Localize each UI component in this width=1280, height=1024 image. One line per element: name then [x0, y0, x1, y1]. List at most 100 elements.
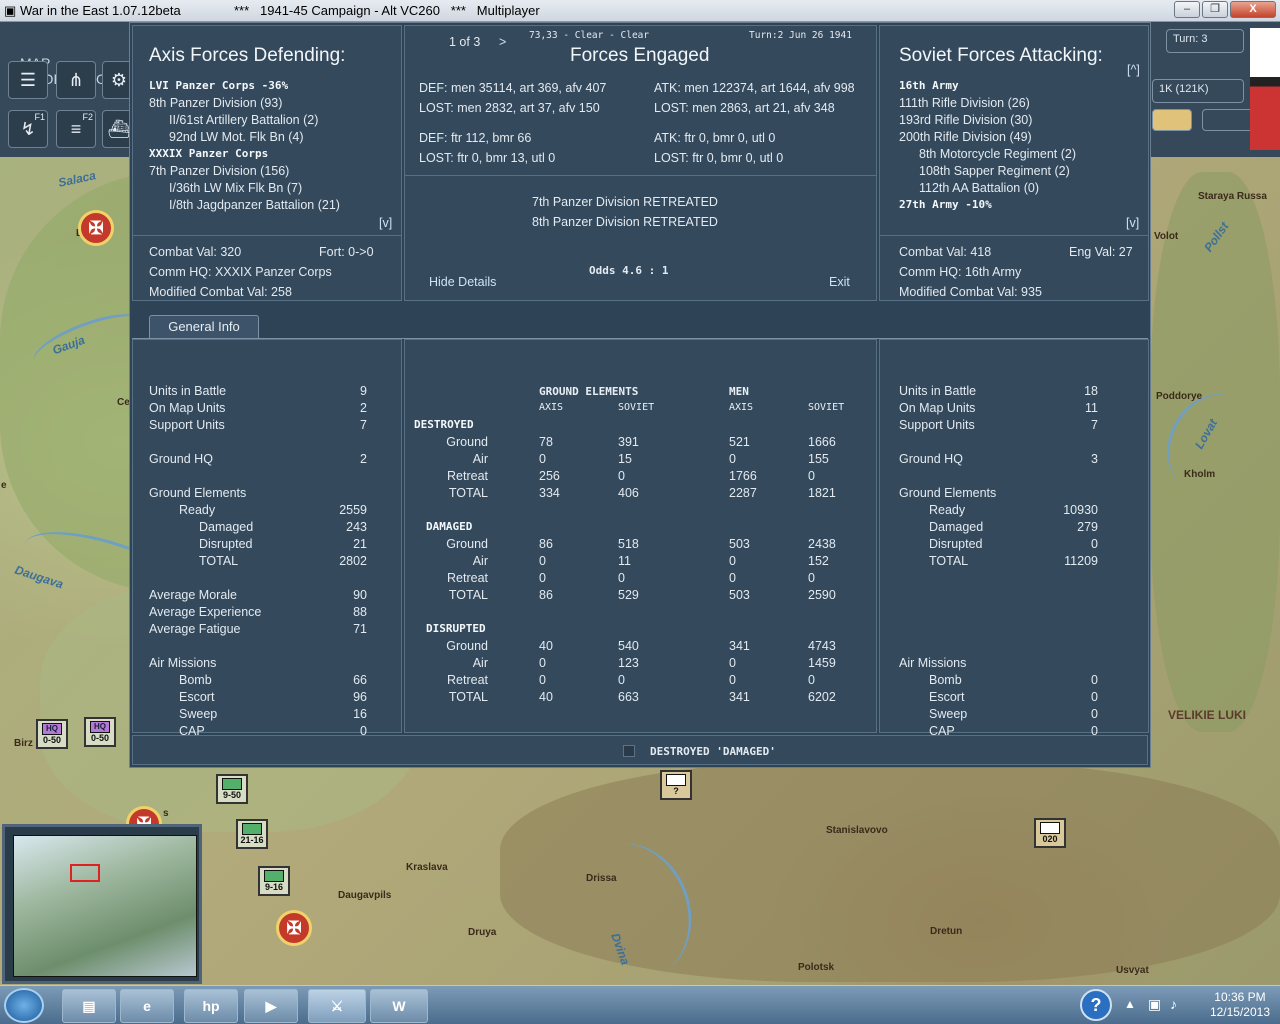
game-taskbar-icon[interactable]: ⚔ [308, 989, 366, 1023]
axis-unit-marker[interactable]: ✠ [276, 910, 312, 946]
checkbox-icon[interactable] [623, 745, 635, 757]
exit-button[interactable]: Exit [829, 275, 850, 289]
internet-explorer-icon[interactable]: e [120, 989, 174, 1023]
losses-cell: 0 [729, 571, 736, 585]
start-button[interactable] [4, 988, 44, 1023]
hide-details-button[interactable]: Hide Details [429, 275, 496, 289]
losses-cell: 86 [539, 537, 553, 551]
minimap-image[interactable] [13, 835, 197, 977]
hp-icon[interactable]: hp [184, 989, 238, 1023]
stat-label: Sweep [179, 707, 218, 721]
stat-label: Escort [929, 690, 965, 704]
axis-expand-toggle[interactable]: [v] [379, 216, 392, 230]
clock-date: 12/15/2013 [1209, 1005, 1270, 1019]
column-header-axis: AXIS [729, 402, 754, 413]
axis-unit-marker[interactable]: ✠ [78, 210, 114, 246]
losses-cell: 0 [618, 673, 625, 687]
map-unit-hq[interactable]: HQ 0-50 [84, 717, 116, 747]
next-page-button[interactable]: > [499, 35, 506, 49]
combat-report-dialog: Axis Forces Defending: LVI Panzer Corps … [129, 22, 1151, 768]
stat-value: 0 [1091, 690, 1098, 704]
stat-value: 2 [360, 452, 367, 466]
column-header-ground-elements: GROUND ELEMENTS [539, 385, 639, 398]
clock-time: 10:36 PM [1214, 990, 1266, 1004]
losses-cell: 0 [539, 554, 546, 568]
close-button[interactable]: X [1230, 1, 1276, 18]
map-label-volot: Volot [1154, 231, 1179, 242]
map-label-staraya-russa: Staraya Russa [1198, 191, 1267, 202]
losses-row-label: Air [472, 554, 488, 568]
minimap[interactable] [2, 824, 202, 984]
losses-row-label: TOTAL [448, 486, 488, 500]
minimap-viewport[interactable] [70, 864, 100, 882]
losses-row-label: TOTAL [448, 588, 488, 602]
losses-cell: 1821 [808, 486, 836, 500]
formation-icon[interactable]: ⋔ [56, 61, 96, 99]
map-unit-infantry[interactable]: 9-16 [258, 866, 290, 896]
unit-list-item: II/61st Artillery Battalion (2) [169, 113, 319, 127]
status-strip: Turn: 3 1K (121K) [1150, 22, 1280, 157]
stat-label: Damaged [199, 520, 254, 534]
losses-cell: 0 [618, 571, 625, 585]
restore-button[interactable]: ❐ [1202, 1, 1228, 18]
column-header-men: MEN [729, 385, 749, 398]
losses-cell: 123 [618, 656, 639, 670]
soviet-expand-toggle[interactable]: [v] [1126, 216, 1139, 230]
map-unit-soviet[interactable]: ? [660, 770, 692, 800]
volume-icon[interactable]: ♪ [1170, 996, 1177, 1012]
losses-cell: 1459 [808, 656, 836, 670]
map-label-poddorye: Poddorye [1156, 391, 1203, 402]
map-label-dretun: Dretun [930, 926, 963, 937]
losses-cell: 0 [729, 452, 736, 466]
losses-cell: 0 [729, 656, 736, 670]
stat-label: Air Missions [149, 656, 217, 670]
soviet-forces-panel: Soviet Forces Attacking: [^] 16th Army 11… [879, 25, 1149, 301]
weather-indicator[interactable] [1152, 109, 1192, 131]
explorer-icon[interactable]: ▤ [62, 989, 116, 1023]
losses-row-label: Retreat [447, 673, 488, 687]
losses-cell: 503 [729, 588, 750, 602]
unit-list-item: 193rd Rifle Division (30) [899, 113, 1033, 127]
campaign-title: *** 1941-45 Campaign - Alt VC260 *** Mul… [234, 3, 540, 18]
forces-engaged-panel: 1 of 3 > 73,33 - Clear - Clear Turn:2 Ju… [404, 25, 877, 301]
battle-result-line: 8th Panzer Division RETREATED [532, 215, 718, 229]
stat-label: Support Units [149, 418, 225, 432]
map-unit-hq[interactable]: HQ 0-50 [36, 719, 68, 749]
stat-value: 11209 [1064, 554, 1098, 568]
network-icon[interactable]: ▣ [1148, 996, 1161, 1013]
axis-forces-panel: Axis Forces Defending: LVI Panzer Corps … [132, 25, 402, 301]
map-unit-soviet[interactable]: 020 [1034, 818, 1066, 848]
stat-label: Sweep [929, 707, 968, 721]
soviet-collapse-toggle[interactable]: [^] [1127, 63, 1140, 77]
attacker-strength: ATK: men 122374, art 1644, afv 998 [654, 81, 855, 95]
railroad-icon[interactable]: F2 ≡ [56, 110, 96, 148]
stat-value: 9 [360, 384, 367, 398]
map-unit-infantry[interactable]: 21-16 [236, 819, 268, 849]
tray-arrow-icon[interactable]: ▲ [1124, 997, 1136, 1011]
system-clock[interactable]: 10:36 PM 12/15/2013 [1210, 990, 1270, 1020]
map-label-druya: Druya [468, 927, 497, 938]
stat-value: 18 [1084, 384, 1098, 398]
defender-losses: LOST: men 2832, art 37, afv 150 [419, 101, 600, 115]
stat-value: 0 [1091, 673, 1098, 687]
axis-stats-panel: Units in Battle 9 On Map Units 2 Support Uni… [132, 339, 402, 738]
word-icon[interactable]: W [370, 989, 428, 1023]
stat-label: TOTAL [199, 554, 239, 568]
losses-cell: 256 [539, 469, 560, 483]
move-path-icon[interactable]: F1 ↯ [8, 110, 48, 148]
soviet-engineer-value: Eng Val: 27 [1069, 245, 1133, 259]
minimize-button[interactable]: ‒ [1174, 1, 1200, 18]
map-label-ce: Ce [117, 397, 130, 408]
losses-cell: 78 [539, 435, 553, 449]
stat-value: 2559 [339, 503, 367, 517]
media-player-icon[interactable]: ▶ [244, 989, 298, 1023]
column-header-axis: AXIS [539, 402, 564, 413]
app-icon: ▣ [4, 3, 17, 18]
map-unit-infantry[interactable]: 9-50 [216, 774, 248, 804]
stat-label: On Map Units [149, 401, 226, 415]
tab-general-info[interactable]: General Info [149, 315, 259, 339]
stat-label: Escort [179, 690, 215, 704]
help-icon[interactable]: ? [1080, 989, 1112, 1021]
unit-list-icon[interactable]: ☰ [8, 61, 48, 99]
soviet-command-hq: Comm HQ: 16th Army [899, 265, 1022, 279]
